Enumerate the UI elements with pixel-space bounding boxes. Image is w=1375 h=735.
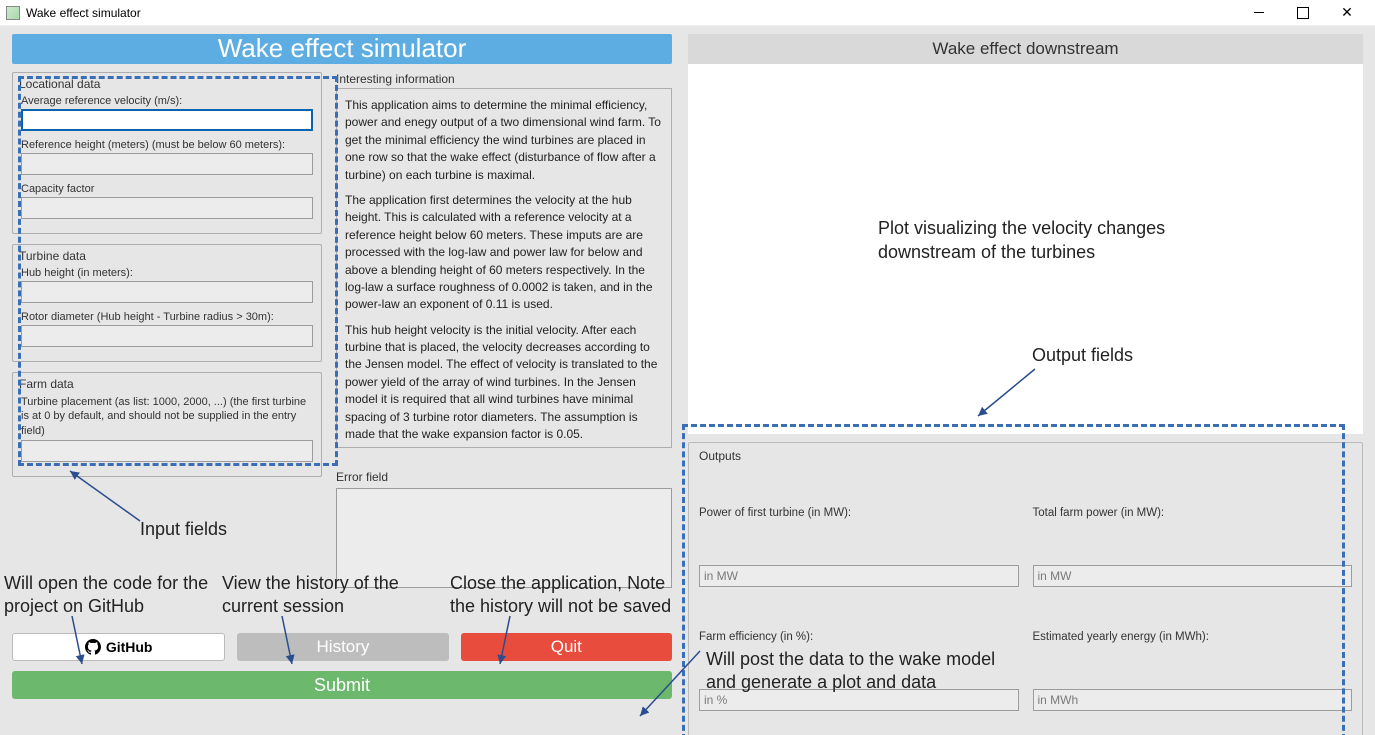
- title-bar: Wake effect simulator ✕: [0, 0, 1375, 26]
- farm-data-group: Farm data Turbine placement (as list: 10…: [12, 372, 322, 477]
- velocity-label: Average reference velocity (m/s):: [21, 95, 313, 107]
- capacity-label: Capacity factor: [21, 183, 313, 195]
- power-first-label: Power of first turbine (in MW):: [699, 507, 1019, 519]
- outputs-group: Outputs Power of first turbine (in MW): …: [688, 442, 1363, 735]
- github-button[interactable]: GitHub: [12, 633, 225, 661]
- rotor-label: Rotor diameter (Hub height - Turbine rad…: [21, 311, 313, 323]
- submit-button[interactable]: Submit: [12, 671, 672, 699]
- yearly-label: Estimated yearly energy (in MWh):: [1033, 631, 1353, 643]
- error-label: Error field: [336, 470, 672, 484]
- minimize-button[interactable]: [1237, 1, 1281, 25]
- ref-height-label: Reference height (meters) (must be below…: [21, 139, 313, 151]
- locational-data-group: Locational data Average reference veloci…: [12, 72, 322, 234]
- plot-area: Plot visualizing the velocity changesdow…: [688, 64, 1363, 434]
- github-icon: [85, 639, 101, 655]
- hub-height-input[interactable]: [21, 281, 313, 303]
- plot-caption: Plot visualizing the velocity changesdow…: [878, 216, 1165, 265]
- efficiency-output[interactable]: [699, 689, 1019, 711]
- quit-button[interactable]: Quit: [461, 633, 672, 661]
- velocity-input[interactable]: [21, 109, 313, 131]
- placement-label: Turbine placement (as list: 1000, 2000, …: [21, 395, 313, 438]
- info-legend: Interesting information: [336, 72, 672, 86]
- total-power-label: Total farm power (in MW):: [1033, 507, 1353, 519]
- close-button[interactable]: ✕: [1325, 1, 1369, 25]
- maximize-button[interactable]: [1281, 1, 1325, 25]
- ref-height-input[interactable]: [21, 153, 313, 175]
- hub-height-label: Hub height (in meters):: [21, 267, 313, 279]
- total-power-output[interactable]: [1033, 565, 1353, 587]
- capacity-input[interactable]: [21, 197, 313, 219]
- plot-banner: Wake effect downstream: [688, 34, 1363, 64]
- turbine-data-group: Turbine data Hub height (in meters): Rot…: [12, 244, 322, 362]
- placement-input[interactable]: [21, 440, 313, 462]
- history-button[interactable]: History: [237, 633, 448, 661]
- error-field[interactable]: [336, 488, 672, 588]
- app-icon: [6, 6, 20, 20]
- power-first-output[interactable]: [699, 565, 1019, 587]
- yearly-output[interactable]: [1033, 689, 1353, 711]
- efficiency-label: Farm efficiency (in %):: [699, 631, 1019, 643]
- info-box: This application aims to determine the m…: [336, 88, 672, 448]
- rotor-input[interactable]: [21, 325, 313, 347]
- app-banner: Wake effect simulator: [12, 34, 672, 64]
- window-title: Wake effect simulator: [26, 6, 141, 20]
